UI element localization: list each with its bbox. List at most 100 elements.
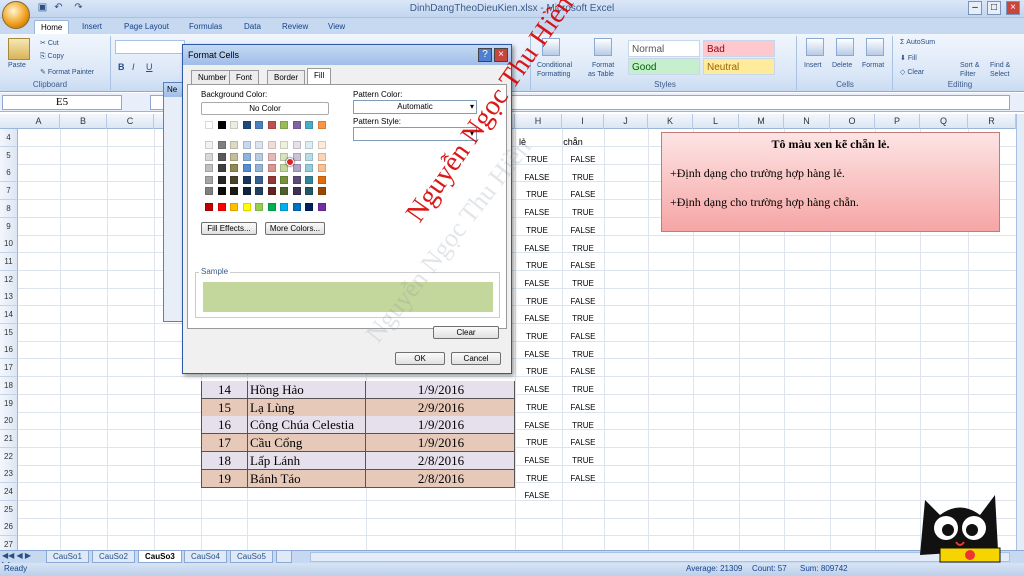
- color-swatch[interactable]: [280, 141, 288, 149]
- row-header-17[interactable]: 17: [0, 359, 18, 378]
- close-button[interactable]: ×: [1006, 1, 1020, 15]
- bold-button[interactable]: B: [118, 62, 125, 72]
- color-swatch[interactable]: [305, 203, 313, 211]
- copy-button[interactable]: ⎘ Copy: [40, 53, 64, 61]
- cell-h[interactable]: FALSE: [515, 240, 559, 258]
- column-header-i[interactable]: I: [562, 114, 604, 129]
- column-header-q[interactable]: Q: [920, 114, 968, 129]
- cell-h[interactable]: FALSE: [515, 204, 559, 222]
- color-swatch[interactable]: [230, 164, 238, 172]
- column-header-o[interactable]: O: [830, 114, 875, 129]
- cell-h[interactable]: FALSE: [515, 310, 559, 328]
- color-swatch[interactable]: [255, 187, 263, 195]
- row-header-22[interactable]: 22: [0, 447, 18, 466]
- fill-effects-button[interactable]: Fill Effects...: [201, 222, 257, 235]
- column-header-m[interactable]: M: [739, 114, 784, 129]
- no-color-button[interactable]: No Color: [201, 102, 329, 115]
- tab-page-layout[interactable]: Page Layout: [118, 20, 175, 34]
- color-swatch[interactable]: [217, 121, 226, 129]
- column-header-k[interactable]: K: [648, 114, 693, 129]
- color-swatch[interactable]: [255, 164, 263, 172]
- row-header-23[interactable]: 23: [0, 465, 18, 484]
- color-swatch[interactable]: [267, 164, 276, 172]
- color-swatch[interactable]: [317, 187, 326, 195]
- cancel-button[interactable]: Cancel: [451, 352, 501, 365]
- sheet-tab-causo4[interactable]: CauSo4: [184, 551, 227, 563]
- minimize-button[interactable]: –: [968, 1, 982, 15]
- color-swatch[interactable]: [292, 187, 301, 195]
- color-swatch[interactable]: [255, 152, 263, 161]
- cell-h[interactable]: TRUE: [515, 399, 559, 417]
- color-swatch[interactable]: [292, 175, 301, 184]
- sheet-tab-causo3[interactable]: CauSo3: [138, 551, 182, 563]
- row-header-4[interactable]: 4: [0, 129, 18, 147]
- format-cells-button[interactable]: Format: [862, 62, 884, 69]
- color-swatch[interactable]: [242, 203, 251, 211]
- format-cells-icon[interactable]: [866, 38, 884, 56]
- row-header-25[interactable]: 25: [0, 500, 18, 519]
- sheet-nav-arrows[interactable]: ◀◀ ◀ ▶ ▶▶: [2, 551, 42, 569]
- color-swatch[interactable]: [280, 175, 288, 184]
- column-header-h[interactable]: H: [515, 114, 562, 129]
- find-select-button[interactable]: Find &: [990, 62, 1010, 69]
- color-swatch[interactable]: [205, 121, 213, 129]
- save-icon[interactable]: ▣: [36, 2, 49, 14]
- tab-formulas[interactable]: Formulas: [183, 20, 228, 34]
- sheet-tab-causo5[interactable]: CauSo5: [230, 551, 273, 563]
- name-box[interactable]: E5: [2, 95, 122, 110]
- color-swatch[interactable]: [230, 141, 238, 149]
- cell-i[interactable]: FALSE: [562, 399, 604, 417]
- row-header-6[interactable]: 6: [0, 164, 18, 183]
- color-swatch[interactable]: [230, 152, 238, 161]
- color-swatch[interactable]: [280, 203, 288, 211]
- color-swatch[interactable]: [205, 187, 213, 195]
- column-header-b[interactable]: B: [60, 114, 107, 129]
- cell-h[interactable]: FALSE: [515, 275, 559, 293]
- cell-h[interactable]: TRUE: [515, 186, 559, 204]
- color-swatch[interactable]: [317, 141, 326, 149]
- column-header-p[interactable]: P: [875, 114, 920, 129]
- note-textbox[interactable]: Tô màu xen kẽ chẵn lẻ. +Định dạng cho tr…: [661, 132, 1000, 232]
- color-swatch[interactable]: [230, 175, 238, 184]
- clear-button[interactable]: ◇ Clear: [900, 68, 924, 76]
- office-button[interactable]: [2, 1, 30, 29]
- clear-format-button[interactable]: Clear: [433, 326, 499, 339]
- style-good[interactable]: Good: [628, 58, 700, 75]
- sheet-tab-causo1[interactable]: CauSo1: [46, 551, 89, 563]
- sheet-tab-causo2[interactable]: CauSo2: [92, 551, 135, 563]
- tab-fill[interactable]: Fill: [307, 68, 332, 85]
- style-normal[interactable]: Normal: [628, 40, 700, 57]
- cell-i[interactable]: FALSE: [562, 151, 604, 169]
- color-swatch[interactable]: [255, 203, 263, 211]
- undo-icon[interactable]: ↶: [52, 2, 65, 14]
- row-header-24[interactable]: 24: [0, 483, 18, 501]
- insert-cells-button[interactable]: Insert: [804, 62, 822, 69]
- cell-i[interactable]: FALSE: [562, 293, 604, 311]
- column-header-r[interactable]: R: [968, 114, 1016, 129]
- color-swatch[interactable]: [317, 121, 326, 129]
- column-header-j[interactable]: J: [604, 114, 648, 129]
- row-header-26[interactable]: 26: [0, 518, 18, 537]
- row-header-13[interactable]: 13: [0, 288, 18, 307]
- tab-view[interactable]: View: [322, 20, 351, 34]
- fill-button[interactable]: ⬇ Fill: [900, 54, 917, 62]
- row-header-8[interactable]: 8: [0, 199, 18, 218]
- color-swatch[interactable]: [267, 121, 276, 129]
- table-row[interactable]: 15 Lạ Lùng 2/9/2016: [201, 398, 515, 417]
- row-header-16[interactable]: 16: [0, 341, 18, 360]
- color-swatch[interactable]: [292, 152, 301, 161]
- cell-h[interactable]: TRUE: [515, 434, 559, 452]
- cell-i[interactable]: TRUE: [562, 346, 604, 364]
- color-swatch[interactable]: [242, 187, 251, 195]
- format-as-table-button[interactable]: Format: [592, 62, 614, 69]
- color-swatch[interactable]: [217, 152, 226, 161]
- autosum-button[interactable]: Σ AutoSum: [900, 39, 935, 46]
- style-bad[interactable]: Bad: [703, 40, 775, 57]
- color-swatch[interactable]: [255, 141, 263, 149]
- color-swatch[interactable]: [242, 141, 251, 149]
- color-swatch[interactable]: [255, 175, 263, 184]
- cell-h[interactable]: TRUE: [515, 470, 559, 488]
- color-swatch[interactable]: [205, 164, 213, 172]
- cell-h[interactable]: TRUE: [515, 328, 559, 346]
- insert-cells-icon[interactable]: [806, 38, 824, 56]
